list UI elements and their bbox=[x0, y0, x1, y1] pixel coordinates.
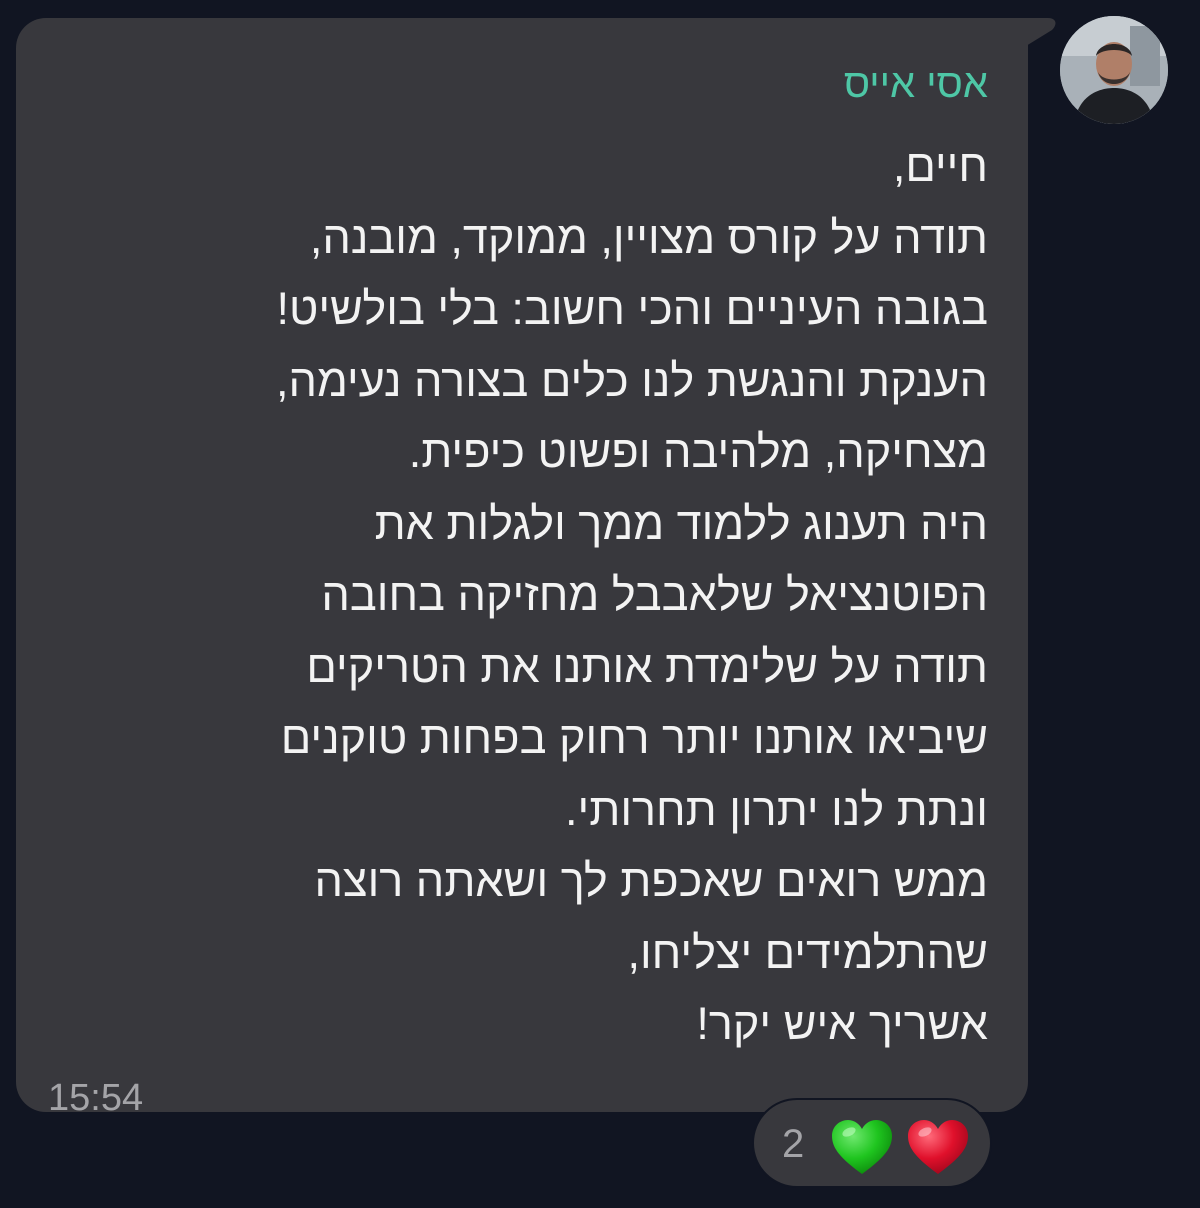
message-line: בגובה העיניים והכי חשוב: בלי בולשיט! bbox=[276, 283, 988, 334]
bubble-tail bbox=[1026, 18, 1056, 46]
message-time: 15:54 bbox=[48, 1077, 144, 1119]
message-line: שהתלמידים יצליחו, bbox=[627, 926, 988, 978]
message-line: מצחיקה, מלהיבה ופשוט כיפית. bbox=[408, 426, 988, 477]
message-bubble[interactable]: אסי אייס חיים, תודה על קורס מצויין, ממוק… bbox=[16, 18, 1028, 1119]
green-heart-icon bbox=[832, 1120, 892, 1174]
message-line: חיים, bbox=[892, 140, 988, 191]
message-line: שיביאו אותנו יותר רחוק בפחות טוקנים bbox=[280, 712, 988, 763]
sender-avatar[interactable] bbox=[1060, 16, 1168, 124]
message-line: היה תענוג ללמוד ממך ולגלות את bbox=[374, 497, 988, 549]
reactions-pill[interactable]: 2 bbox=[752, 1098, 992, 1188]
message-line: אשריך איש יקר! bbox=[696, 998, 988, 1049]
sender-name[interactable]: אסי אייס bbox=[844, 60, 988, 108]
message-line: הענקת והנגשת לנו כלים בצורה נעימה, bbox=[275, 354, 988, 406]
red-heart-icon bbox=[908, 1120, 968, 1174]
reaction-count: 2 bbox=[782, 1122, 805, 1166]
message-line: תודה על קורס מצויין, ממוקד, מובנה, bbox=[309, 211, 988, 263]
message-line: תודה על שלימדת אותנו את הטריקים bbox=[306, 640, 988, 692]
message-text: חיים, תודה על קורס מצויין, ממוקד, מובנה,… bbox=[48, 130, 988, 1060]
message-line: ממש רואים שאכפת לך ושאתה רוצה bbox=[314, 855, 988, 906]
avatar-photo bbox=[1060, 16, 1168, 124]
message-line: הפוטנציאל שלאבבל מחזיקה בחובה bbox=[321, 569, 988, 620]
message-line: ונתת לנו יתרון תחרותי. bbox=[565, 783, 988, 835]
